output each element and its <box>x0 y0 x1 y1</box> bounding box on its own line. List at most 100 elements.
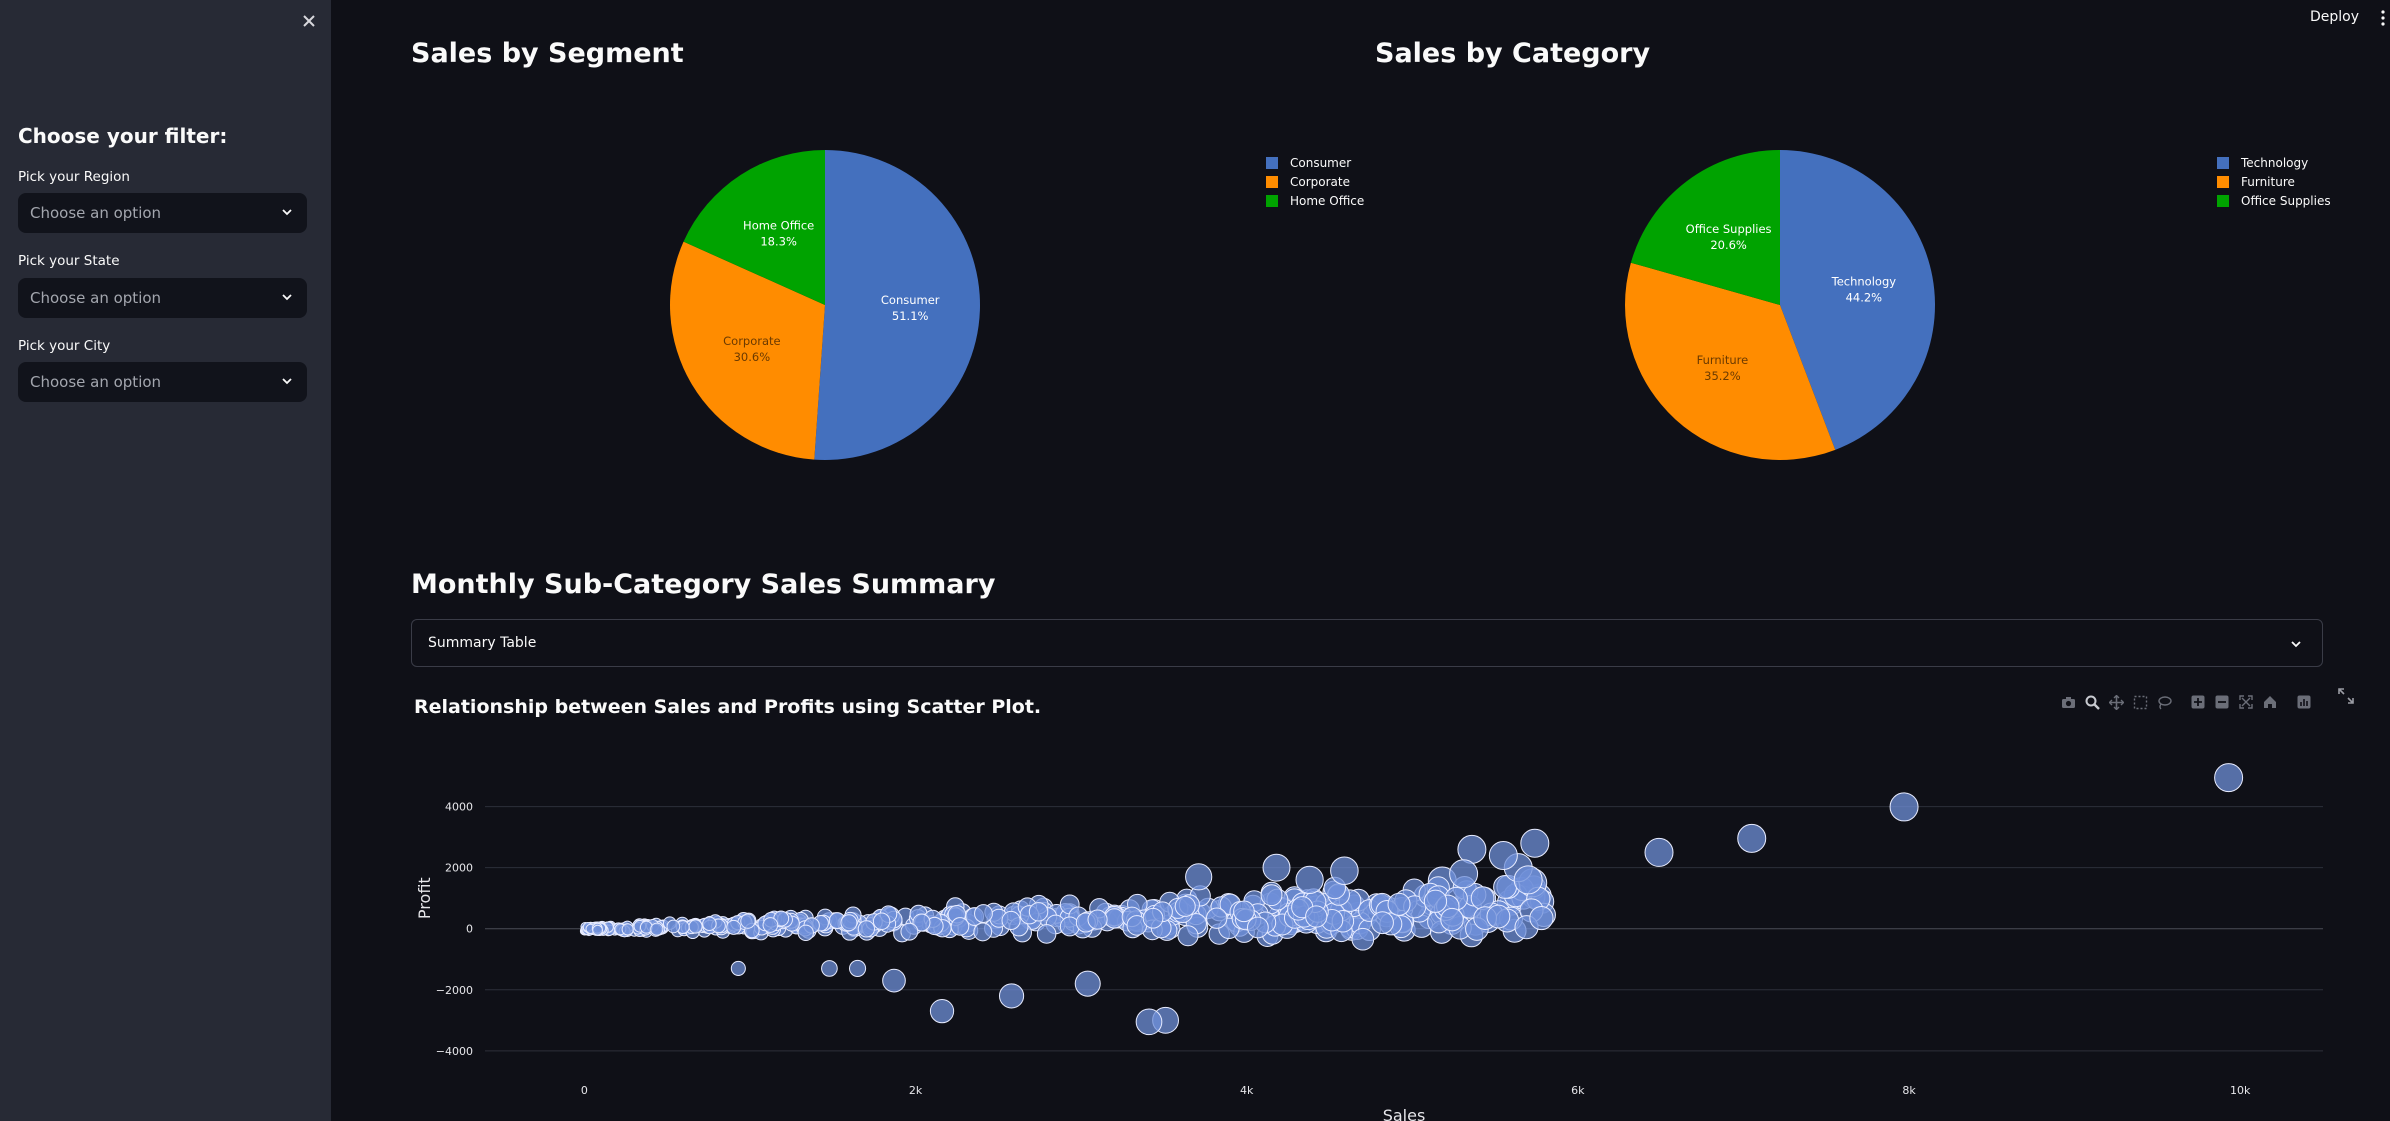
scatter-point[interactable] <box>1457 834 1487 864</box>
scatter-point[interactable] <box>702 916 717 932</box>
scatter-point[interactable] <box>688 919 703 934</box>
main-menu-icon[interactable] <box>2380 8 2386 28</box>
fullscreen-icon[interactable] <box>2336 686 2366 710</box>
y-axis-label: Profit <box>415 877 434 919</box>
scatter-point[interactable] <box>1529 905 1554 931</box>
scatter-point[interactable] <box>974 904 993 923</box>
scatter-point[interactable] <box>821 960 838 977</box>
scatter-points <box>579 763 2244 1036</box>
scatter-point[interactable] <box>1177 925 1199 947</box>
scatter-point[interactable] <box>666 919 681 934</box>
scatter-point[interactable] <box>1644 837 1674 867</box>
chevron-down-icon <box>282 378 292 385</box>
lasso-icon[interactable] <box>2152 692 2176 712</box>
scatter-point[interactable] <box>621 923 634 936</box>
slice-percent: 18.3% <box>760 234 797 248</box>
scatter-point[interactable] <box>650 922 664 936</box>
summary-table-expander[interactable]: Summary Table <box>411 619 2323 667</box>
scatter-point[interactable] <box>900 922 919 941</box>
legend-item[interactable]: Home Office <box>1266 192 1364 211</box>
legend-item[interactable]: Furniture <box>2217 172 2331 191</box>
box-select-icon[interactable] <box>2128 692 2152 712</box>
scatter-point[interactable] <box>1351 927 1375 951</box>
scatter-point[interactable] <box>797 924 814 941</box>
scatter-point[interactable] <box>730 960 746 976</box>
scatter-point[interactable] <box>1470 886 1495 910</box>
sales-profit-scatter-plot[interactable]: −4000 −2000 0 2000 4000 0 2k 4k 6k 8k 10k Sales Prof… <box>404 740 2334 1121</box>
deploy-button[interactable]: Deploy <box>2310 9 2359 25</box>
scatter-point[interactable] <box>950 917 970 936</box>
scatter-point[interactable] <box>1440 907 1464 932</box>
scatter-point[interactable] <box>840 914 858 932</box>
plotly-logo-icon[interactable] <box>2292 692 2316 712</box>
scatter-point[interactable] <box>726 919 742 935</box>
reset-axes-icon[interactable] <box>2258 692 2282 712</box>
scatter-point[interactable] <box>1889 792 1919 822</box>
zoom-icon[interactable] <box>2080 692 2104 712</box>
scatter-point[interactable] <box>1520 828 1550 858</box>
camera-icon[interactable] <box>2056 692 2080 712</box>
scatter-point[interactable] <box>1260 884 1283 907</box>
zoom-out-icon[interactable] <box>2210 692 2234 712</box>
legend-swatch <box>2217 156 2229 169</box>
scatter-point[interactable] <box>1135 1008 1163 1036</box>
legend-item[interactable]: Corporate <box>1266 172 1364 191</box>
pan-icon[interactable] <box>2104 692 2128 712</box>
legend-item[interactable]: Technology <box>2217 153 2331 172</box>
x-tick-label: 10k <box>2230 1084 2251 1097</box>
scatter-point[interactable] <box>1087 909 1108 930</box>
autoscale-icon[interactable] <box>2234 692 2258 712</box>
scatter-point[interactable] <box>1036 924 1057 944</box>
scatter-point[interactable] <box>592 924 604 936</box>
scatter-point[interactable] <box>1104 908 1125 929</box>
scatter-point[interactable] <box>1142 907 1164 929</box>
scatter-point[interactable] <box>1449 859 1479 889</box>
scatter-point[interactable] <box>1074 970 1101 997</box>
scatter-point[interactable] <box>1185 863 1213 891</box>
region-select[interactable]: Choose an option <box>18 193 307 233</box>
scatter-point[interactable] <box>1423 889 1448 913</box>
scatter-point[interactable] <box>882 968 906 993</box>
slice-label: Office Supplies <box>1686 222 1772 236</box>
close-sidebar-icon[interactable] <box>298 10 320 32</box>
legend-label: Office Supplies <box>2241 194 2331 209</box>
scatter-point[interactable] <box>973 922 993 942</box>
category-title: Sales by Category <box>1375 38 1651 69</box>
scatter-point[interactable] <box>762 917 779 933</box>
segment-legend: Consumer Corporate Home Office <box>1266 153 1364 211</box>
scatter-point[interactable] <box>1371 911 1394 935</box>
legend-label: Corporate <box>1290 174 1350 189</box>
state-placeholder: Choose an option <box>30 289 162 307</box>
scatter-point[interactable] <box>1246 916 1269 939</box>
scatter-point[interactable] <box>1028 902 1049 922</box>
scatter-point[interactable] <box>1305 905 1328 928</box>
scatter-point[interactable] <box>1330 856 1359 886</box>
scatter-point[interactable] <box>1262 853 1291 882</box>
scatter-point[interactable] <box>1488 840 1518 870</box>
scatter-point[interactable] <box>1295 865 1324 895</box>
category-pie-chart[interactable]: Technology 44.2% Furniture 35.2% Office Supp… <box>1615 140 1945 470</box>
scatter-point[interactable] <box>857 920 876 938</box>
city-select[interactable]: Choose an option <box>18 362 307 402</box>
scatter-point[interactable] <box>1387 892 1411 916</box>
scatter-point[interactable] <box>2214 763 2244 793</box>
scatter-point[interactable] <box>1206 907 1228 929</box>
scatter-point[interactable] <box>1001 910 1021 931</box>
scatter-point[interactable] <box>1486 904 1511 929</box>
legend-item[interactable]: Consumer <box>1266 153 1364 172</box>
scatter-point[interactable] <box>929 999 955 1024</box>
scatter-point[interactable] <box>1737 823 1767 853</box>
legend-item[interactable]: Office Supplies <box>2217 192 2331 211</box>
sidebar: Choose your filter: Pick your Region Cho… <box>0 0 331 1121</box>
scatter-point[interactable] <box>1174 895 1196 917</box>
scatter-point[interactable] <box>1513 865 1543 895</box>
slice-label: Consumer <box>881 293 940 307</box>
scatter-point[interactable] <box>872 912 891 931</box>
segment-pie-chart[interactable]: Consumer 51.1% Corporate 30.6% Home Office 18… <box>660 140 990 470</box>
scatter-point[interactable] <box>998 983 1025 1009</box>
scatter-point[interactable] <box>740 913 756 929</box>
zoom-in-icon[interactable] <box>2186 692 2210 712</box>
scatter-point[interactable] <box>849 959 867 977</box>
scatter-point[interactable] <box>1233 900 1255 923</box>
state-select[interactable]: Choose an option <box>18 278 307 318</box>
